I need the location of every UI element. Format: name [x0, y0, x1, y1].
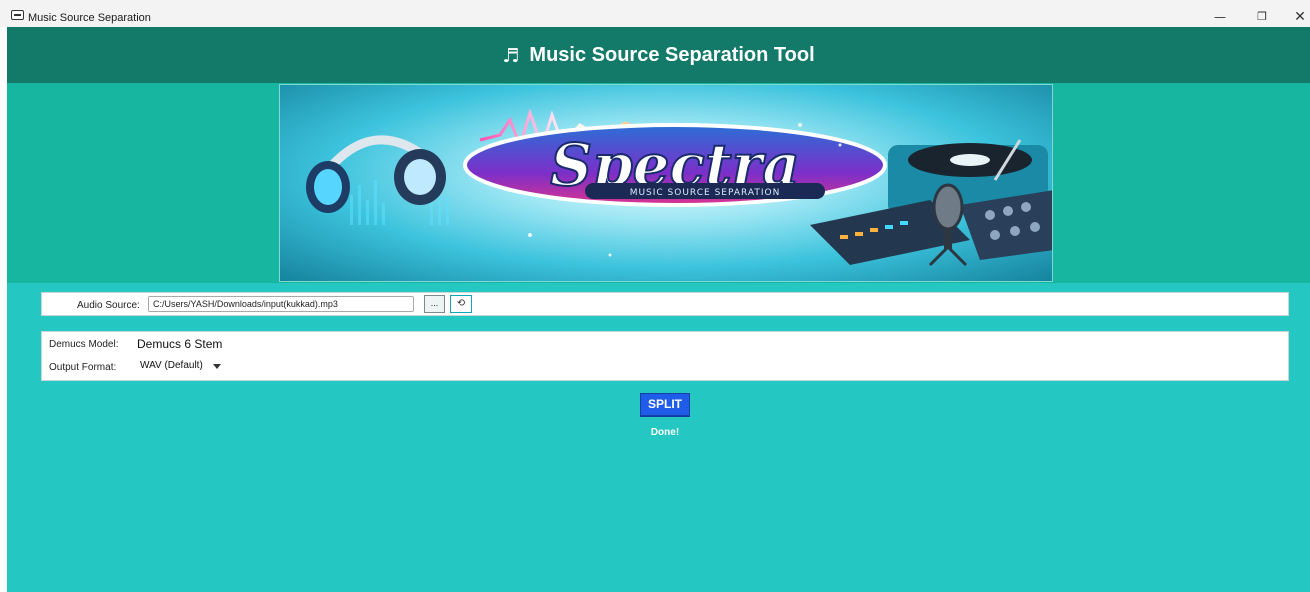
- audio-source-panel: Audio Source: ... ⟲: [41, 292, 1289, 316]
- audio-source-path-input[interactable]: [148, 296, 414, 312]
- minimize-icon[interactable]: —: [1208, 9, 1232, 25]
- banner-logo-subtitle: MUSIC SOURCE SEPARATION: [630, 188, 781, 198]
- app-body: ♬ Music Source Separation Tool Spectra M…: [7, 27, 1310, 592]
- audio-source-label: Audio Source:: [77, 300, 140, 311]
- output-format-value: WAV (Default): [140, 360, 203, 371]
- split-button[interactable]: SPLIT: [640, 393, 690, 416]
- restore-icon[interactable]: ❐: [1250, 9, 1274, 25]
- window-app-icon: [11, 10, 24, 20]
- demucs-model-value[interactable]: Demucs 6 Stem: [137, 337, 222, 351]
- output-format-label: Output Format:: [49, 362, 117, 373]
- close-icon[interactable]: ✕: [1288, 9, 1310, 25]
- refresh-icon[interactable]: ⟲: [450, 295, 472, 313]
- window-title: Music Source Separation: [28, 12, 151, 24]
- page-title: ♬ Music Source Separation Tool: [7, 43, 1310, 68]
- app-header: ♬ Music Source Separation Tool: [7, 27, 1310, 83]
- demucs-model-label: Demucs Model:: [49, 339, 119, 350]
- chevron-down-icon: [213, 364, 221, 369]
- model-settings-panel: Demucs Model: Demucs 6 Stem Output Forma…: [41, 331, 1289, 381]
- browse-button[interactable]: ...: [424, 295, 445, 313]
- output-format-select[interactable]: WAV (Default): [134, 357, 230, 375]
- status-text: Done!: [650, 427, 680, 438]
- spectra-logo-artwork: Spectra MUSIC SOURCE SEPARATION: [306, 108, 1052, 267]
- banner-area: Spectra MUSIC SOURCE SEPARATION: [7, 83, 1310, 283]
- window-title-bar: Music Source Separation — ❐ ✕: [0, 0, 1310, 27]
- banner-image: Spectra MUSIC SOURCE SEPARATION: [279, 84, 1053, 282]
- music-note-icon: ♬: [502, 45, 520, 67]
- page-title-text: Music Source Separation Tool: [529, 44, 815, 66]
